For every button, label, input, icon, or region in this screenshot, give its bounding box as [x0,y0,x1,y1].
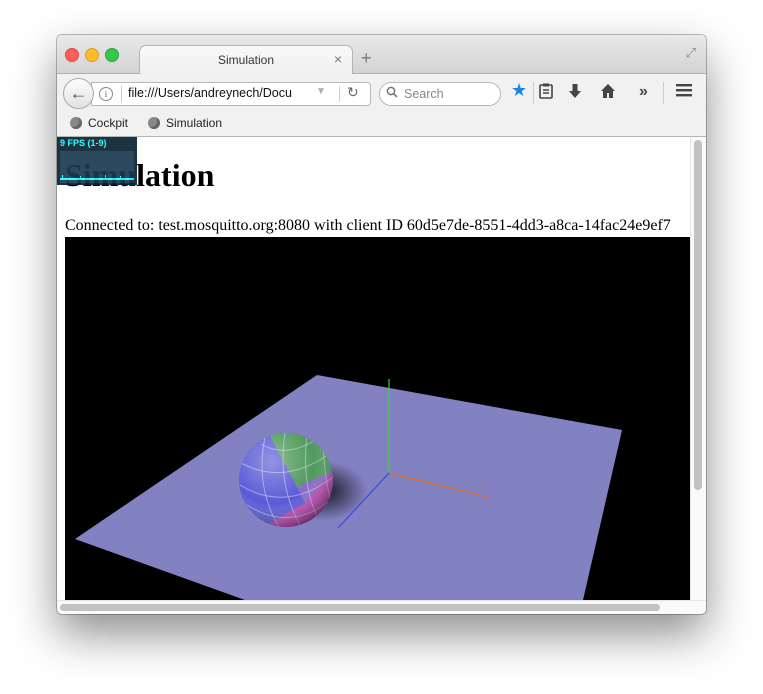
window-zoom-button[interactable] [105,48,119,62]
overflow-icon[interactable]: » [639,83,648,101]
back-icon: ← [69,83,88,103]
tab-bar: Simulation × + ⤢ [57,35,706,75]
search-input[interactable]: Search [379,82,501,106]
new-tab-button[interactable]: + [361,49,372,67]
reload-icon[interactable]: ↻ [347,84,359,101]
toolbar-divider [533,82,534,104]
fps-label: 9 FPS (1-9) [60,138,107,148]
vertical-scroll-thumb[interactable] [694,140,702,490]
bookmark-star-icon[interactable]: ★ [511,81,527,99]
tab-close-icon[interactable]: × [334,51,342,67]
horizontal-scroll-thumb[interactable] [60,604,660,611]
url-divider [121,86,122,102]
back-button[interactable]: ← [63,78,94,109]
bookmark-cockpit[interactable]: Cockpit [70,116,128,130]
vertical-scrollbar[interactable] [690,137,706,600]
scene-svg [75,375,622,600]
fps-graph [60,151,134,183]
fps-meter[interactable]: 9 FPS (1-9) [57,137,137,185]
tab-title: Simulation [217,53,275,67]
fullscreen-icon[interactable]: ⤢ [686,45,696,61]
browser-window: Simulation × + ⤢ i file:///Users/andreyn… [57,35,706,614]
menu-icon[interactable] [676,83,692,102]
toolbar-divider [663,82,664,104]
globe-icon [148,117,160,129]
info-icon[interactable]: i [99,87,113,101]
url-divider [339,86,340,102]
url-text[interactable]: file:///Users/andreynech/Docu [128,86,328,100]
url-history-dropdown-icon[interactable]: ▼ [316,86,326,97]
url-bar[interactable]: i file:///Users/andreynech/Docu ▼ ↻ [91,82,371,106]
page-content: Simulation Connected to: test.mosquitto.… [57,137,691,600]
search-icon [386,86,398,101]
search-placeholder: Search [404,87,444,101]
tab-simulation[interactable]: Simulation × [139,45,353,75]
bookmark-label: Cockpit [88,116,129,130]
horizontal-scrollbar[interactable] [57,600,706,614]
window-minimize-button[interactable] [85,48,99,62]
connection-status: Connected to: test.mosquitto.org:8080 wi… [65,217,671,234]
download-icon[interactable] [568,83,582,104]
globe-icon [70,117,82,129]
nav-toolbar: i file:///Users/andreynech/Docu ▼ ↻ ← Se… [57,74,706,112]
reading-list-icon[interactable] [539,83,553,104]
simulation-canvas[interactable] [65,237,691,600]
bookmarks-bar: Cockpit Simulation [57,112,706,137]
bookmark-label: Simulation [166,116,223,130]
bookmark-simulation[interactable]: Simulation [148,116,222,130]
window-close-button[interactable] [65,48,79,62]
home-icon[interactable] [600,83,616,104]
